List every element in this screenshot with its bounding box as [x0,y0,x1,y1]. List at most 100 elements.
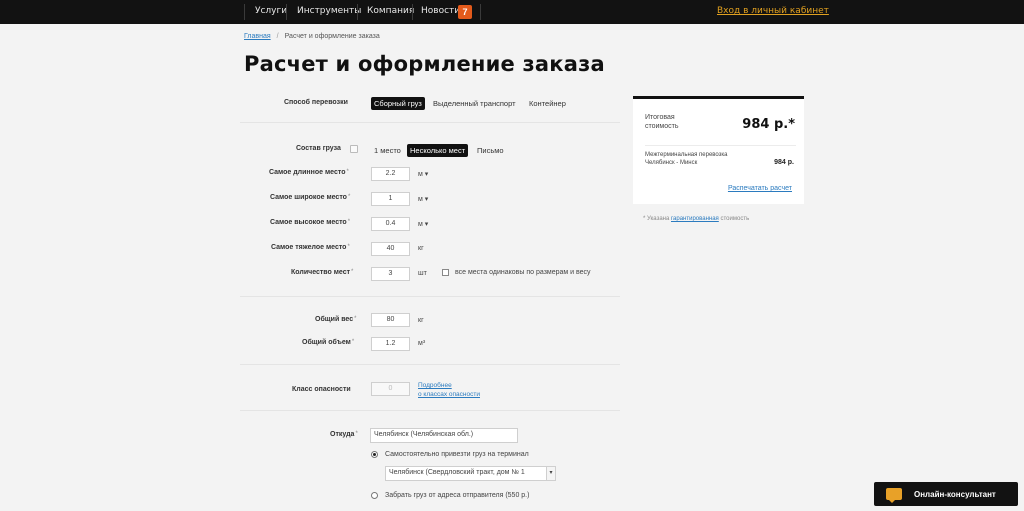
hazard-classes-link[interactable]: о классах опасности [418,391,480,398]
nav-item-tools[interactable]: Инструменты [297,6,361,16]
order-summary-card: Итоговая стоимость 984 р.* Межтерминальна… [633,96,804,204]
route-price: 984 р. [774,159,794,166]
total-cost-label-line2: стоимость [645,123,679,130]
unit-text: м [418,221,423,228]
total-cost-label: Итоговая стоимость [645,113,679,131]
required-marker: * [347,244,350,250]
required-marker: * [355,431,358,437]
required-marker: * [346,169,349,175]
longest-place-input[interactable]: 2.2 [371,167,410,181]
total-weight-unit: кг [418,317,424,324]
required-marker: * [347,194,351,200]
hazard-class-input[interactable]: 0 [371,382,410,396]
cargo-option-letter[interactable]: Письмо [477,146,504,155]
widest-place-unit[interactable]: м ▾ [418,195,428,203]
top-navigation-bar: Услуги Инструменты Компания Новости 7 Вх… [0,0,1024,24]
same-size-checkbox[interactable] [442,269,449,276]
from-label: Откуда* [330,431,358,438]
guaranteed-price-link[interactable]: гарантированная [671,216,719,222]
nav-divider [412,4,413,20]
widest-place-label: Самое широкое место* [270,194,350,201]
longest-place-label-text: Самое длинное место [269,169,346,176]
required-marker: * [347,219,351,225]
breadcrumb-separator: / [276,33,279,40]
section-divider [240,122,620,123]
total-weight-input[interactable]: 80 [371,313,410,327]
route-type: Межтерминальная перевозка [645,152,728,158]
summary-card-zigzag-edge [633,200,804,204]
price-footnote: * Указана гарантированная стоимость [643,216,749,222]
highest-place-label: Самое высокое место* [270,219,350,226]
cargo-option-single[interactable]: 1 место [374,146,401,155]
from-label-text: Откуда [330,431,355,438]
widest-place-label-text: Самое широкое место [270,194,347,201]
radio-pickup-from-sender[interactable] [371,492,378,499]
footnote-prefix: * Указана [643,216,670,222]
places-count-input[interactable]: 3 [371,267,410,281]
cargo-option-multiple[interactable]: Несколько мест [407,144,469,157]
same-size-checkbox-label[interactable]: все места одинаковы по размерам и весу [455,269,591,276]
widest-place-input[interactable]: 1 [371,192,410,206]
total-cost-value: 984 р.* [742,117,795,132]
section-divider [240,410,620,411]
section-divider [240,364,620,365]
highest-place-unit[interactable]: м ▾ [418,220,428,228]
unit-text: м [418,196,423,203]
online-consultant-button[interactable]: Онлайн-консультант [874,482,1018,506]
help-icon[interactable] [350,145,358,153]
print-calculation-link[interactable]: Распечатать расчет [728,185,792,192]
heaviest-place-label: Самое тяжелое место* [271,244,350,251]
heaviest-place-unit: кг [418,245,424,252]
highest-place-input[interactable]: 0.4 [371,217,410,231]
total-volume-label-text: Общий объем [302,339,351,346]
total-weight-label: Общий вес* [315,316,356,323]
nav-divider [480,4,481,20]
cargo-composition-label: Состав груза [296,145,341,152]
required-marker: * [354,316,357,322]
total-weight-label-text: Общий вес [315,316,354,323]
required-marker: * [351,339,355,345]
summary-divider [645,145,796,146]
required-marker: * [351,269,354,275]
longest-place-label: Самое длинное место* [269,169,349,176]
personal-cabinet-link[interactable]: Вход в личный кабинет [717,6,829,16]
total-cost-label-line1: Итоговая [645,114,675,121]
nav-item-news[interactable]: Новости [421,6,460,16]
total-volume-label: Общий объем* [302,339,354,346]
nav-divider [286,4,287,20]
radio-deliver-to-terminal[interactable] [371,451,378,458]
highest-place-label-text: Самое высокое место [270,219,347,226]
hazard-details-link[interactable]: Подробнее [418,382,452,389]
heaviest-place-label-text: Самое тяжелое место [271,244,347,251]
section-divider [240,296,620,297]
nav-item-company[interactable]: Компания [367,6,414,16]
chevron-down-icon: ▾ [546,467,555,480]
page-title: Расчет и оформление заказа [244,52,605,76]
route-name: Челябинск - Минск [645,160,698,166]
nav-item-services[interactable]: Услуги [255,6,287,16]
nav-divider [357,4,358,20]
terminal-select-value: Челябинск (Свердловский тракт, дом № 1 [389,469,525,476]
transport-option-container[interactable]: Контейнер [529,99,566,108]
heaviest-place-input[interactable]: 40 [371,242,410,256]
places-count-unit: шт [418,270,427,277]
hazard-class-label: Класс опасности [292,386,351,393]
longest-place-unit[interactable]: м ▾ [418,170,428,178]
from-city-input[interactable]: Челябинск (Челябинская обл.) [370,428,518,443]
deliver-to-terminal-label[interactable]: Самостоятельно привезти груз на терминал [385,451,529,458]
breadcrumb-home-link[interactable]: Главная [244,33,271,40]
online-consultant-label: Онлайн-консультант [914,490,996,499]
footnote-suffix: стоимость [720,216,750,222]
places-count-label: Количество мест* [291,269,353,276]
chat-bubble-icon [886,488,902,503]
transport-method-label: Способ перевозки [284,99,348,106]
pickup-from-sender-label[interactable]: Забрать груз от адреса отправителя (550 … [385,492,529,499]
transport-option-dedicated[interactable]: Выделенный транспорт [433,99,516,108]
total-volume-unit: м³ [418,340,426,347]
breadcrumb-current: Расчет и оформление заказа [284,33,380,40]
nav-divider [244,4,245,20]
transport-option-groupage[interactable]: Сборный груз [371,97,425,110]
news-count-badge: 7 [458,5,472,19]
terminal-select[interactable]: Челябинск (Свердловский тракт, дом № 1 ▾ [385,466,556,481]
total-volume-input[interactable]: 1.2 [371,337,410,351]
